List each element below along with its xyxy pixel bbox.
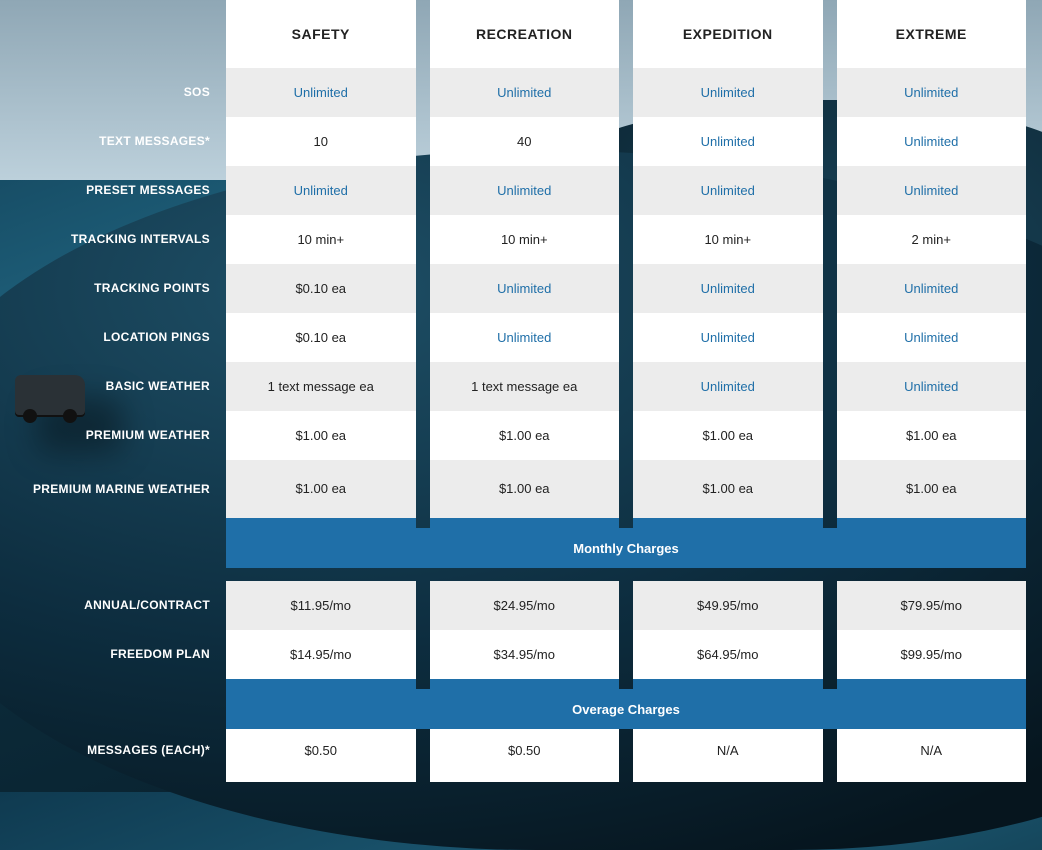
cell: $1.00 ea — [430, 460, 620, 518]
cell: $0.10 ea — [226, 264, 416, 313]
cell: 10 min+ — [226, 215, 416, 264]
cell: Unlimited — [226, 68, 416, 117]
cell: $64.95/mo — [633, 630, 823, 679]
cell: $34.95/mo — [430, 630, 620, 679]
cell: $1.00 ea — [837, 460, 1027, 518]
cell: 2 min+ — [837, 215, 1027, 264]
cell: Unlimited — [633, 166, 823, 215]
row-label: TRACKING INTERVALS — [0, 215, 226, 264]
row-label: SOS — [0, 68, 226, 117]
cell: $1.00 ea — [633, 411, 823, 460]
cell: Unlimited — [430, 264, 620, 313]
cell: $49.95/mo — [633, 581, 823, 630]
plan-header: EXTREME — [837, 0, 1027, 68]
row-label: PRESET MESSAGES — [0, 166, 226, 215]
section-spacer — [0, 518, 226, 558]
pricing-table: SOS TEXT MESSAGES* PRESET MESSAGES TRACK… — [0, 0, 1042, 782]
cell: $1.00 ea — [226, 460, 416, 518]
cell: $0.10 ea — [226, 313, 416, 362]
plan-header: EXPEDITION — [633, 0, 823, 68]
cell: Unlimited — [633, 68, 823, 117]
cell: Unlimited — [837, 166, 1027, 215]
row-label: ANNUAL/CONTRACT — [0, 581, 226, 630]
row-label: FREEDOM PLAN — [0, 630, 226, 679]
cell: Unlimited — [837, 117, 1027, 166]
cell: 40 — [430, 117, 620, 166]
cell: Unlimited — [633, 264, 823, 313]
cell: Unlimited — [633, 117, 823, 166]
row-labels-column: SOS TEXT MESSAGES* PRESET MESSAGES TRACK… — [0, 0, 226, 782]
row-label: PREMIUM WEATHER — [0, 411, 226, 460]
cell: $1.00 ea — [226, 411, 416, 460]
cell: Unlimited — [837, 313, 1027, 362]
cell: 10 — [226, 117, 416, 166]
cell: Unlimited — [430, 166, 620, 215]
plan-column-expedition: EXPEDITION Unlimited Unlimited Unlimited… — [633, 0, 823, 782]
cell: $1.00 ea — [633, 460, 823, 518]
row-label: PREMIUM MARINE WEATHER — [0, 460, 226, 518]
section-spacer — [0, 679, 226, 719]
row-label: TEXT MESSAGES* — [0, 117, 226, 166]
row-label: MESSAGES (EACH)* — [0, 719, 226, 782]
row-label: LOCATION PINGS — [0, 313, 226, 362]
plans-row: SAFETY Unlimited 10 Unlimited 10 min+ $0… — [226, 0, 1042, 782]
plan-column-extreme: EXTREME Unlimited Unlimited Unlimited 2 … — [837, 0, 1027, 782]
plan-column-recreation: RECREATION Unlimited 40 Unlimited 10 min… — [430, 0, 620, 782]
plan-column-safety: SAFETY Unlimited 10 Unlimited 10 min+ $0… — [226, 0, 416, 782]
cell: Unlimited — [837, 362, 1027, 411]
cell: Unlimited — [633, 362, 823, 411]
cell: 10 min+ — [633, 215, 823, 264]
cell: 1 text message ea — [430, 362, 620, 411]
section-bar-monthly: Monthly Charges — [226, 528, 1026, 568]
cell: 1 text message ea — [226, 362, 416, 411]
cell: $24.95/mo — [430, 581, 620, 630]
section-bar-overage: Overage Charges — [226, 689, 1026, 729]
cell: $99.95/mo — [837, 630, 1027, 679]
labels-header-spacer — [0, 0, 226, 68]
cell: $79.95/mo — [837, 581, 1027, 630]
cell: $1.00 ea — [430, 411, 620, 460]
cell: Unlimited — [837, 68, 1027, 117]
cell: $1.00 ea — [837, 411, 1027, 460]
plan-header: RECREATION — [430, 0, 620, 68]
plan-header: SAFETY — [226, 0, 416, 68]
row-label: TRACKING POINTS — [0, 264, 226, 313]
cell: Unlimited — [430, 68, 620, 117]
cell: Unlimited — [837, 264, 1027, 313]
cell: 10 min+ — [430, 215, 620, 264]
cell: Unlimited — [633, 313, 823, 362]
row-label: BASIC WEATHER — [0, 362, 226, 411]
cell: Unlimited — [430, 313, 620, 362]
cell: $11.95/mo — [226, 581, 416, 630]
cell: $14.95/mo — [226, 630, 416, 679]
cell: Unlimited — [226, 166, 416, 215]
